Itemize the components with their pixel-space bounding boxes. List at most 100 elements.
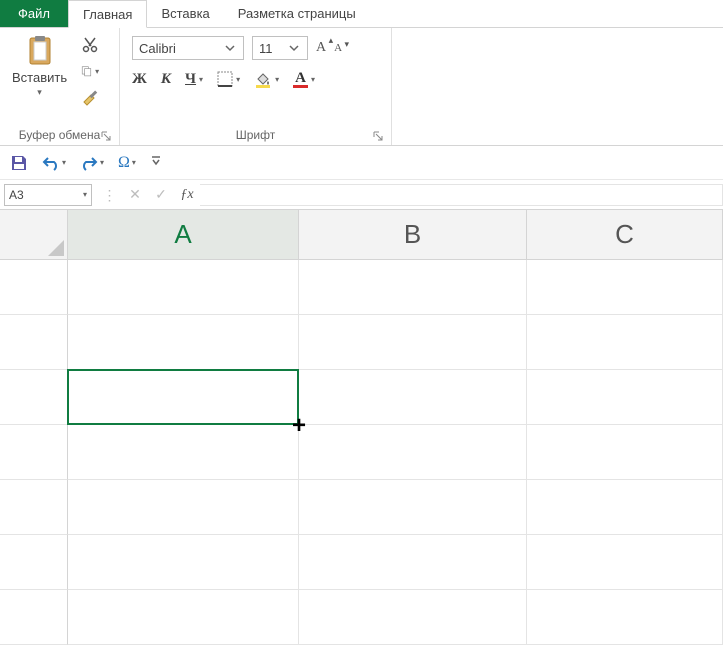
column-headers: A B C — [68, 210, 723, 260]
cell[interactable] — [527, 535, 723, 590]
row-header[interactable] — [0, 260, 68, 315]
cell[interactable] — [299, 590, 527, 645]
decrease-font-button[interactable]: A▾ — [334, 42, 342, 54]
cell[interactable] — [68, 260, 299, 315]
cell[interactable] — [68, 590, 299, 645]
col-header-b[interactable]: B — [299, 210, 527, 260]
col-header-c[interactable]: C — [527, 210, 723, 260]
cut-button[interactable] — [81, 36, 99, 54]
scissors-icon — [81, 36, 99, 54]
underline-button[interactable]: Ч▾ — [185, 71, 203, 88]
undo-button[interactable]: ▾ — [42, 154, 66, 172]
chevron-down-icon — [287, 41, 301, 55]
tab-file[interactable]: Файл — [0, 0, 68, 27]
cell[interactable] — [527, 260, 723, 315]
caret-down-icon: ▾ — [83, 190, 87, 199]
select-all-corner[interactable] — [0, 210, 68, 260]
caret-down-icon: ▾ — [311, 75, 315, 84]
caret-down-icon: ▾ — [199, 75, 203, 84]
cell[interactable] — [299, 370, 527, 425]
row-header[interactable] — [0, 315, 68, 370]
cells-area — [68, 260, 723, 645]
paste-label: Вставить — [12, 70, 67, 85]
caret-down-icon: ▾ — [236, 75, 240, 84]
cell[interactable] — [299, 260, 527, 315]
borders-icon — [217, 71, 233, 87]
cell[interactable] — [527, 425, 723, 480]
cell[interactable] — [68, 370, 299, 425]
cell[interactable] — [68, 480, 299, 535]
row-header[interactable] — [0, 535, 68, 590]
format-painter-button[interactable] — [81, 88, 99, 106]
cell[interactable] — [527, 590, 723, 645]
redo-icon — [80, 154, 98, 172]
formula-bar-row: A3 ▾ ⋮ ✕ ✓ ƒx — [0, 180, 723, 210]
caret-down-icon: ▾ — [345, 39, 350, 50]
cell[interactable] — [68, 315, 299, 370]
cancel-formula-button[interactable]: ✕ — [122, 184, 148, 206]
symbol-button[interactable]: Ω ▾ — [118, 154, 136, 172]
enter-formula-button[interactable]: ✓ — [148, 184, 174, 206]
bold-button[interactable]: Ж — [132, 71, 147, 88]
caret-down-icon: ▾ — [100, 158, 104, 167]
row-header[interactable] — [0, 425, 68, 480]
fill-handle-icon[interactable]: + — [288, 415, 310, 437]
floppy-icon — [10, 154, 28, 172]
ribbon: Вставить ▾ ▾ Буфер обмена — [0, 28, 723, 146]
formula-handle[interactable]: ⋮ — [96, 184, 122, 206]
copy-icon — [81, 63, 92, 79]
tab-insert[interactable]: Вставка — [147, 0, 223, 27]
group-font: Calibri 11 A▴ A▾ Ж К Ч▾ — [120, 28, 392, 145]
paste-button[interactable]: Вставить ▾ — [6, 30, 73, 98]
brush-icon — [81, 88, 99, 106]
group-label: Буфер обмена — [19, 128, 101, 142]
font-name-value: Calibri — [139, 41, 176, 56]
customize-qat-button[interactable] — [150, 155, 162, 170]
chevron-bar-down-icon — [150, 155, 162, 167]
caret-down-icon: ▾ — [62, 158, 66, 167]
font-color-button[interactable]: A ▾ — [293, 71, 315, 88]
save-button[interactable] — [10, 154, 28, 172]
row-header[interactable] — [0, 370, 68, 425]
caret-down-icon: ▾ — [132, 158, 136, 167]
formula-input[interactable] — [200, 184, 723, 206]
group-clipboard: Вставить ▾ ▾ Буфер обмена — [0, 28, 120, 145]
font-name-combo[interactable]: Calibri — [132, 36, 244, 60]
cell[interactable] — [68, 425, 299, 480]
quick-access-toolbar: ▾ ▾ Ω ▾ — [0, 146, 723, 180]
tab-home[interactable]: Главная — [68, 0, 147, 28]
name-box-value: A3 — [9, 188, 24, 202]
caret-down-icon: ▾ — [95, 67, 99, 76]
font-color-icon: A — [293, 71, 308, 88]
cell[interactable] — [299, 425, 527, 480]
row-header[interactable] — [0, 590, 68, 645]
cell[interactable] — [68, 535, 299, 590]
increase-font-button[interactable]: A▴ — [316, 40, 326, 56]
dialog-launcher-icon[interactable] — [99, 129, 113, 143]
fill-color-button[interactable]: ▾ — [254, 70, 279, 88]
cell[interactable] — [299, 315, 527, 370]
redo-button[interactable]: ▾ — [80, 154, 104, 172]
insert-function-button[interactable]: ƒx — [174, 184, 200, 206]
caret-up-icon: ▴ — [329, 35, 334, 46]
row-header[interactable] — [0, 480, 68, 535]
dialog-launcher-icon[interactable] — [371, 129, 385, 143]
col-header-a[interactable]: A — [68, 210, 299, 260]
tab-page-layout[interactable]: Разметка страницы — [224, 0, 370, 27]
font-size-value: 11 — [259, 41, 273, 56]
cell[interactable] — [527, 370, 723, 425]
clipboard-icon — [24, 34, 56, 66]
caret-down-icon: ▾ — [37, 87, 42, 98]
cell[interactable] — [299, 535, 527, 590]
row-headers — [0, 260, 68, 645]
cell[interactable] — [299, 480, 527, 535]
cell[interactable] — [527, 315, 723, 370]
borders-button[interactable]: ▾ — [217, 71, 240, 87]
italic-button[interactable]: К — [161, 71, 171, 88]
copy-button[interactable]: ▾ — [81, 62, 99, 80]
name-box[interactable]: A3 ▾ — [4, 184, 92, 206]
cell[interactable] — [527, 480, 723, 535]
chevron-down-icon — [223, 41, 237, 55]
font-size-combo[interactable]: 11 — [252, 36, 308, 60]
omega-icon: Ω — [118, 154, 130, 172]
